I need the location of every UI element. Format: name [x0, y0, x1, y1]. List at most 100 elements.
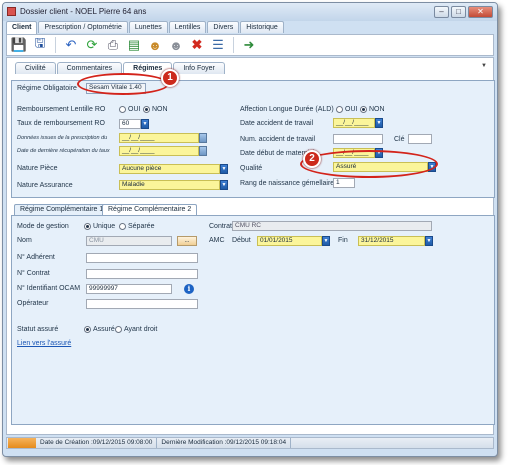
tab-historique[interactable]: Historique	[240, 21, 284, 33]
annotation-highlight-2	[300, 150, 438, 178]
num-accident-label: Num. accident de travail	[240, 136, 316, 143]
card-icon[interactable]: ▤	[126, 37, 142, 53]
operateur-field[interactable]	[86, 299, 198, 309]
derniere-label: Date de dernière récupération du taux	[17, 148, 110, 154]
remb-lentille-non-radio[interactable]	[143, 106, 150, 113]
search-organisme-button[interactable]: ...	[177, 236, 197, 246]
nature-assurance-label: Nature Assurance	[17, 182, 73, 189]
date-accident-dropdown-icon[interactable]: ▼	[375, 118, 383, 128]
qualite-label: Qualité	[240, 165, 263, 172]
chevron-down-icon[interactable]: ▼	[481, 63, 487, 69]
content-area: Civilité Commentaires Régimes Info Foyer…	[6, 57, 495, 435]
undo-icon[interactable]: ↶	[63, 37, 79, 53]
cle-field[interactable]	[408, 134, 432, 144]
maximize-button[interactable]: □	[451, 6, 466, 18]
tab-divers[interactable]: Divers	[207, 21, 240, 33]
tab-info-foyer[interactable]: Info Foyer	[173, 62, 225, 74]
statut-assure-label: Statut assuré	[17, 326, 59, 333]
contrat-label: Contrat	[209, 223, 232, 230]
amc-label: AMC	[209, 237, 225, 244]
remb-lentille-label: Remboursement Lentille RO	[17, 106, 106, 113]
toolbar-separator	[55, 37, 56, 53]
num-accident-field[interactable]	[333, 134, 383, 144]
calendar-icon[interactable]	[199, 133, 207, 143]
user-grey-icon[interactable]: ☻	[168, 37, 184, 53]
title-bar: Dossier client - NOEL Pierre 64 ans – □ …	[3, 3, 497, 21]
save-icon[interactable]: 💾	[11, 37, 27, 53]
modification-date: Dernière Modification :09/12/2015 09:18:…	[157, 438, 292, 448]
ald-oui-radio[interactable]	[336, 106, 343, 113]
operateur-label: Opérateur	[17, 300, 49, 307]
creation-date: Date de Création :09/12/2015 09:08:00	[36, 438, 158, 448]
ald-label: Affection Longue Durée (ALD)	[240, 106, 334, 113]
contrat-field[interactable]: CMU RC	[232, 221, 432, 231]
fin-date-field[interactable]: 31/12/2015	[358, 236, 425, 246]
tab-lentilles[interactable]: Lentilles	[168, 21, 207, 33]
rang-field[interactable]: 1	[333, 178, 355, 188]
regime-obligatoire-title: Régime Obligatoire	[17, 85, 77, 92]
book-icon[interactable]: ☰	[210, 37, 226, 53]
unique-label: Unique	[93, 223, 116, 230]
regime-obligatoire-panel: Régime Obligatoire Sesam Vitale 1.40 Rem…	[11, 80, 495, 198]
taux-select[interactable]: 60	[119, 119, 141, 129]
ocam-label: N° Identifiant OCAM	[17, 285, 81, 292]
refresh-icon[interactable]: ⟳	[84, 37, 100, 53]
date-accident-label: Date accident de travail	[240, 120, 314, 127]
assure-label: Assuré	[93, 326, 115, 333]
tab-prescription[interactable]: Prescription / Optométrie	[38, 21, 128, 33]
tab-commentaires[interactable]: Commentaires	[56, 62, 123, 74]
calendar-icon[interactable]	[199, 146, 207, 156]
tab-client[interactable]: Client	[6, 21, 38, 34]
debut-dropdown-icon[interactable]: ▼	[322, 236, 330, 246]
debut-date-field[interactable]: 01/01/2015	[257, 236, 322, 246]
cle-label: Clé	[394, 136, 405, 143]
oui-label: OUI	[345, 106, 358, 113]
nature-assurance-dropdown-icon[interactable]: ▼	[220, 180, 228, 190]
assure-radio[interactable]	[84, 326, 91, 333]
annotation-highlight-1	[77, 73, 169, 95]
adherent-field[interactable]	[86, 253, 198, 263]
lien-assure-link[interactable]: Lien vers l'assuré	[17, 340, 71, 347]
nature-assurance-select[interactable]: Maladie	[119, 180, 220, 190]
status-indicator	[8, 438, 36, 448]
nature-piece-dropdown-icon[interactable]: ▼	[220, 164, 228, 174]
ald-non-radio[interactable]	[360, 106, 367, 113]
nom-label: Nom	[17, 237, 32, 244]
fin-dropdown-icon[interactable]: ▼	[425, 236, 433, 246]
nom-field[interactable]: CMU	[86, 236, 172, 246]
info-icon[interactable]: i	[184, 284, 194, 294]
delete-icon[interactable]: ✖	[189, 37, 205, 53]
save-close-icon[interactable]: 🖫	[32, 35, 48, 53]
taux-dropdown-icon[interactable]: ▼	[141, 119, 149, 129]
ayant-droit-radio[interactable]	[115, 326, 122, 333]
donnees-label: Données issues de la prescription du	[17, 135, 108, 141]
tab-regime-complementaire-2[interactable]: Régime Complémentaire 2	[102, 204, 198, 215]
separee-label: Séparée	[128, 223, 155, 230]
window-title: Dossier client - NOEL Pierre 64 ans	[20, 7, 147, 16]
toolbar: 💾 🖫 ↶ ⟳ ⎙ ▤ ☻ ☻ ✖ ☰ ➜	[6, 34, 494, 56]
taux-label: Taux de remboursement RO	[17, 120, 105, 127]
close-button[interactable]: ✕	[468, 6, 493, 18]
top-tabs: Client Prescription / Optométrie Lunette…	[6, 21, 494, 34]
app-icon	[7, 7, 16, 16]
ocam-field[interactable]: 99999997	[86, 284, 172, 294]
minimize-button[interactable]: –	[434, 6, 449, 18]
separee-radio[interactable]	[119, 223, 126, 230]
remb-lentille-oui-radio[interactable]	[119, 106, 126, 113]
donnees-date-field[interactable]: __/__/____	[119, 133, 199, 143]
tab-lunettes[interactable]: Lunettes	[128, 21, 168, 33]
rang-label: Rang de naissance gémellaire	[240, 180, 335, 187]
adherent-label: N° Adhérent	[17, 254, 55, 261]
contrat-num-field[interactable]	[86, 269, 198, 279]
user-icon[interactable]: ☻	[147, 37, 163, 53]
annotation-badge-2: 2	[303, 150, 321, 168]
derniere-date-field[interactable]: __/__/____	[119, 146, 199, 156]
mode-gestion-label: Mode de gestion	[17, 223, 69, 230]
tab-regime-complementaire-1[interactable]: Régime Complémentaire 1	[14, 204, 110, 215]
nature-piece-select[interactable]: Aucune pièce	[119, 164, 220, 174]
tab-civilite[interactable]: Civilité	[15, 62, 56, 74]
date-accident-field[interactable]: __/__/____	[333, 118, 375, 128]
print-icon[interactable]: ⎙	[105, 37, 121, 53]
exit-icon[interactable]: ➜	[241, 37, 257, 53]
unique-radio[interactable]	[84, 223, 91, 230]
